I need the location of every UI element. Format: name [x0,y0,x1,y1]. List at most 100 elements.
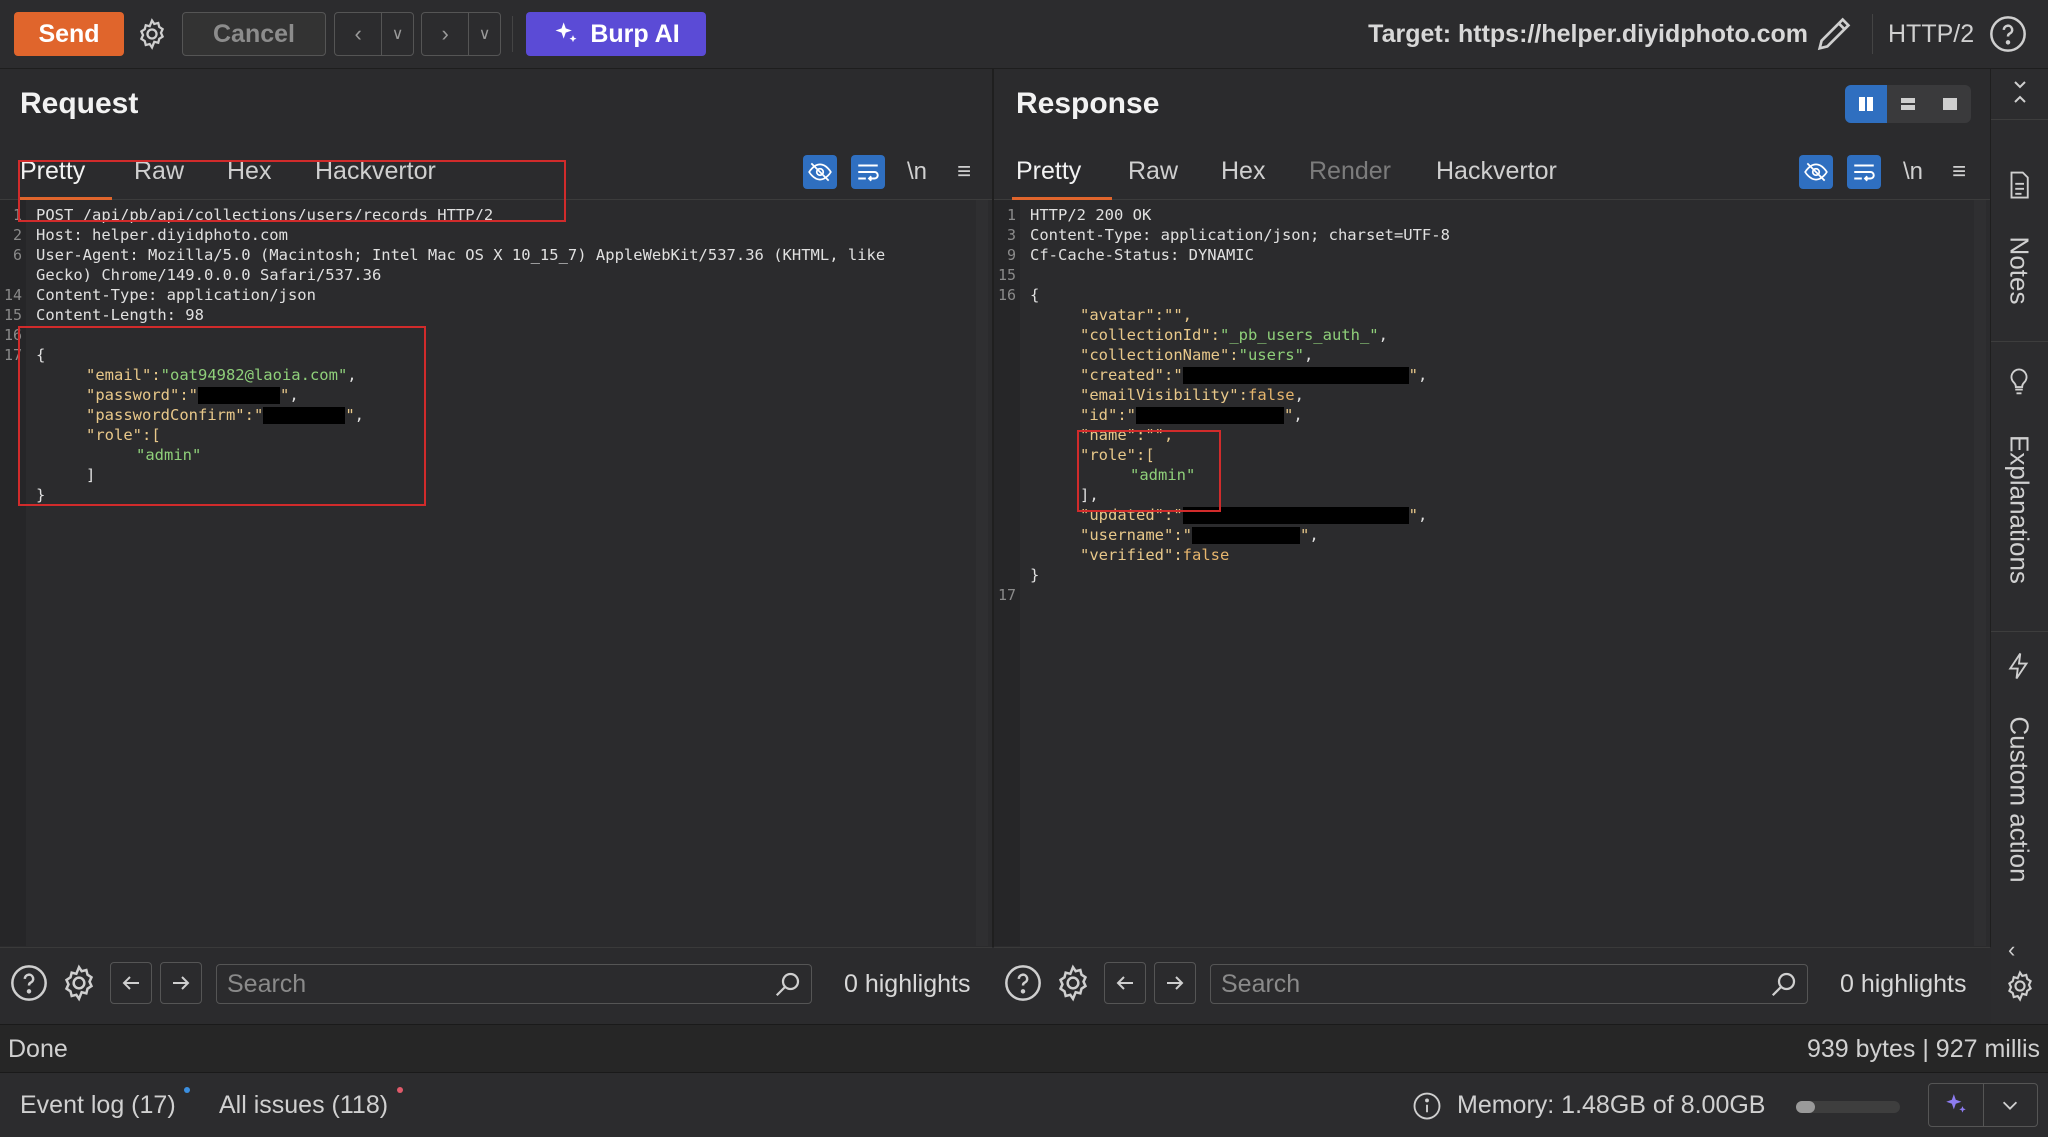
help-icon[interactable] [1002,962,1044,1004]
response-pane: Response Pretty Raw Hex Render Hackverto… [994,69,1992,947]
json-id-line: "id":" ", [1080,406,1303,424]
chevron-down-icon[interactable] [1984,1084,2038,1126]
sparkle-icon [555,22,577,43]
json-created-line: "created":" ", [1080,366,1428,384]
status-bar: Done 939 bytes | 927 millis [0,1024,2048,1073]
target-label[interactable]: Target: https://helper.diyidphoto.com [1368,12,1808,56]
highlight-box-request-line [18,160,566,222]
line-number: 17 [997,586,1016,604]
lightning-icon[interactable] [2004,649,2034,683]
word-wrap-icon[interactable] [851,155,885,189]
line-number: 3 [1006,226,1016,244]
help-icon[interactable] [1988,14,2028,54]
search-icon[interactable] [773,969,803,1004]
toolbar-divider [512,16,513,52]
send-button[interactable]: Send [14,12,124,56]
host-header: Host: helper.diyidphoto.com [36,226,288,244]
newline-toggle[interactable]: \n [900,155,934,189]
search-input[interactable] [1211,965,1700,1003]
response-stats: 939 bytes | 927 millis [1807,1035,2040,1063]
arrow-left-icon[interactable] [110,962,152,1004]
arrow-left-icon[interactable] [1104,962,1146,1004]
tab-raw[interactable]: Raw [1128,157,1178,186]
help-icon[interactable] [8,962,50,1004]
highlight-box-role [1077,430,1221,512]
cache-status-header: Cf-Cache-Status: DYNAMIC [1030,246,1254,264]
protocol-label[interactable]: HTTP/2 [1888,12,1974,56]
chevron-left-icon[interactable]: ‹ [2008,937,2015,963]
settings-gear-icon[interactable] [58,962,100,1004]
newline-toggle[interactable]: \n [1896,155,1930,189]
tab-hex[interactable]: Hex [1221,157,1265,186]
explanations-tab[interactable]: Explanations [2004,435,2035,584]
history-back-group[interactable]: ‹ ∨ [334,12,414,56]
menu-icon[interactable]: ≡ [1942,155,1976,189]
line-gutter [994,200,1020,946]
response-search-bar: 0 highlights [994,947,1990,1024]
chevron-down-icon[interactable]: ∨ [382,13,413,55]
line-number: 6 [12,246,22,264]
info-icon[interactable] [1412,1091,1442,1121]
line-number: 15 [997,266,1016,284]
request-search-bar: 0 highlights [0,947,992,1024]
split-vertical-icon[interactable] [1845,85,1887,123]
chevron-down-icon[interactable]: ∨ [469,13,500,55]
line-number: 15 [3,306,22,324]
collapse-sidebar-icon[interactable] [2005,77,2035,107]
single-pane-icon[interactable] [1929,85,1971,123]
response-search-box[interactable] [1210,964,1808,1004]
memory-bar [1796,1101,1900,1113]
search-icon[interactable] [1769,969,1799,1004]
hide-non-printable-icon[interactable] [803,155,837,189]
notes-tab[interactable]: Notes [2004,237,2035,305]
json-collection-name-line: "collectionName":"users", [1080,346,1314,364]
json-verified-line: "verified":false [1080,546,1230,564]
json-open-brace: { [1030,286,1040,304]
custom-actions-tab[interactable]: Custom action [2004,716,2035,882]
toolbar: Send Cancel ‹ ∨ › ∨ Burp AI Target: http… [0,0,2048,69]
burp-ai-button[interactable]: Burp AI [526,12,706,56]
line-number: 2 [12,226,22,244]
memory-usage: Memory: 1.48GB of 8.00GB [1457,1091,1766,1119]
search-input[interactable] [217,965,705,1003]
response-editor[interactable]: 1 HTTP/2 200 OK 3 Content-Type: applicat… [994,200,1990,946]
cancel-button[interactable]: Cancel [182,12,326,56]
lightbulb-icon[interactable] [2004,365,2034,399]
chevron-left-icon[interactable]: ‹ [335,13,383,55]
tab-render[interactable]: Render [1309,157,1391,186]
chevron-right-icon[interactable]: › [422,13,470,55]
sparkle-icon[interactable] [1929,1084,1984,1126]
menu-icon[interactable]: ≡ [947,155,981,189]
tab-pretty[interactable]: Pretty [1016,157,1081,186]
request-title: Request [20,87,139,120]
highlights-count: 0 highlights [1840,970,1967,998]
arrow-right-icon[interactable] [1154,962,1196,1004]
response-title: Response [1016,87,1160,120]
json-username-line: "username":" ", [1080,526,1319,544]
highlights-count: 0 highlights [844,970,971,998]
split-horizontal-icon[interactable] [1887,85,1929,123]
scrollbar[interactable] [1974,200,1986,946]
arrow-right-icon[interactable] [160,962,202,1004]
word-wrap-icon[interactable] [1847,155,1881,189]
notes-icon[interactable] [2004,169,2034,201]
settings-gear-icon[interactable] [2003,969,2037,1003]
request-search-box[interactable] [216,964,812,1004]
tab-hackvertor[interactable]: Hackvertor [1436,157,1557,186]
highlight-box-request-body [18,326,426,506]
all-issues-link[interactable]: All issues (118) [219,1091,388,1120]
history-forward-group[interactable]: › ∨ [421,12,501,56]
json-collection-id-line: "collectionId":"_pb_users_auth_", [1080,326,1388,344]
json-email-visibility-line: "emailVisibility":false, [1080,386,1304,404]
event-log-link[interactable]: Event log (17) [20,1091,176,1120]
response-tabs: Pretty Raw Hex Render Hackvertor \n ≡ [994,147,1990,200]
settings-gear-icon[interactable] [1052,962,1094,1004]
settings-gear-icon[interactable] [132,12,172,56]
request-editor[interactable]: 1 POST /api/pb/api/collections/users/rec… [0,160,992,946]
layout-toggle[interactable] [1845,85,1971,123]
scrollbar[interactable] [976,200,988,946]
hide-non-printable-icon[interactable] [1799,155,1833,189]
ai-control[interactable] [1928,1083,2038,1127]
json-avatar-line: "avatar":"", [1080,306,1192,324]
edit-pencil-icon[interactable] [1812,10,1858,56]
